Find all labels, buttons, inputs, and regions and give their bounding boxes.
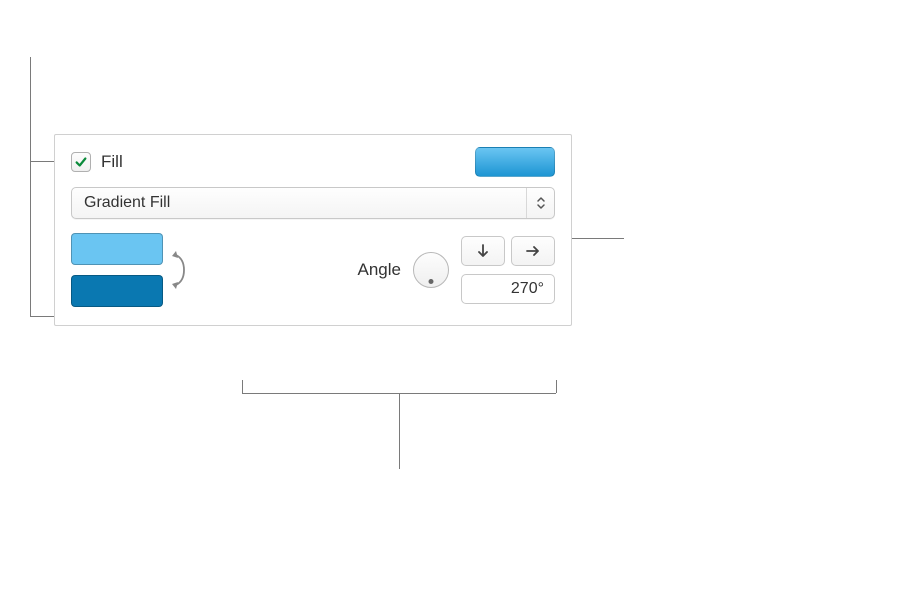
angle-value-input[interactable]: 270° — [461, 274, 555, 304]
callout-line — [30, 161, 31, 234]
callout-line — [30, 57, 31, 161]
callout-line — [30, 234, 31, 316]
fill-checkbox[interactable] — [71, 152, 91, 172]
angle-dial[interactable] — [413, 252, 449, 288]
callout-line — [556, 380, 557, 393]
fill-preview-swatch[interactable] — [475, 147, 555, 177]
gradient-controls-row: Angle 2 — [55, 233, 571, 325]
swap-arrows-icon — [170, 245, 188, 295]
callout-line — [399, 393, 400, 469]
direction-buttons-group — [461, 236, 555, 266]
fill-type-row: Gradient Fill — [55, 187, 571, 233]
gradient-color-wells — [71, 233, 163, 307]
fill-header-row: Fill — [55, 135, 571, 187]
fill-type-dropdown[interactable]: Gradient Fill — [71, 187, 555, 219]
fill-checkbox-group: Fill — [71, 152, 123, 172]
angle-dial-indicator — [429, 279, 434, 284]
fill-checkbox-label: Fill — [101, 152, 123, 172]
angle-value-text: 270° — [511, 280, 544, 298]
swap-colors-button[interactable] — [167, 233, 191, 307]
chevron-updown-icon — [526, 188, 554, 218]
fill-type-label: Gradient Fill — [84, 194, 526, 212]
arrow-down-icon — [476, 243, 490, 259]
angle-controls: 270° — [461, 236, 555, 304]
arrow-right-icon — [525, 244, 541, 258]
gradient-color-well-2[interactable] — [71, 275, 163, 307]
gradient-color-well-1[interactable] — [71, 233, 163, 265]
angle-label: Angle — [358, 260, 401, 280]
checkmark-icon — [74, 155, 88, 169]
direction-vertical-button[interactable] — [461, 236, 505, 266]
gradient-colors-group — [71, 233, 191, 307]
fill-panel: Fill Gradient Fill — [54, 134, 572, 326]
callout-line — [242, 380, 243, 393]
angle-section: Angle 2 — [199, 233, 555, 307]
direction-horizontal-button[interactable] — [511, 236, 555, 266]
